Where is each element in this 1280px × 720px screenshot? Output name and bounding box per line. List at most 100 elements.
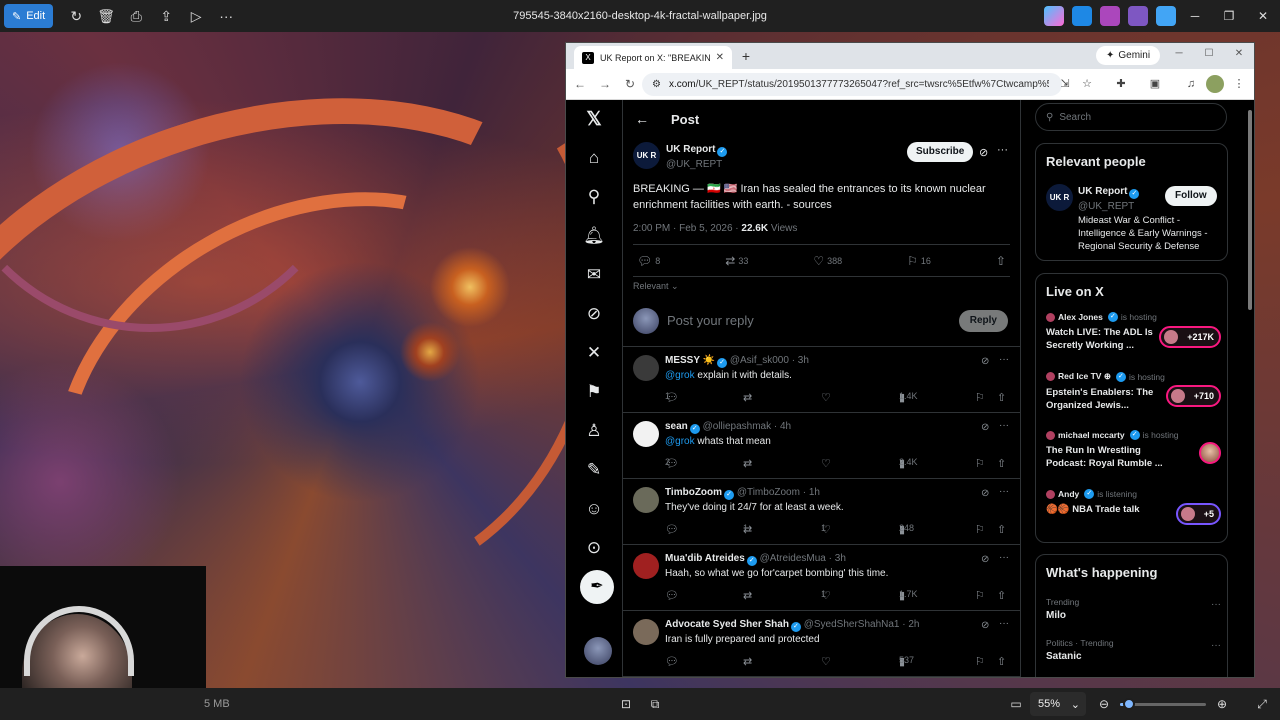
explore-search-icon[interactable]: ⚲ — [582, 185, 606, 209]
slideshow-icon[interactable]: ▷ — [181, 4, 211, 28]
share-action[interactable]: ⇧ — [996, 254, 1006, 268]
actual-size-icon[interactable]: ▭ — [1008, 696, 1024, 712]
reply-author-name[interactable]: Advocate Syed Sher Shah — [665, 619, 789, 630]
grok-icon[interactable]: ⊘ — [981, 620, 989, 631]
grok-icon[interactable]: ⊘ — [582, 302, 606, 326]
more-options-icon[interactable]: ··· — [211, 4, 241, 28]
mention-link[interactable]: @grok — [665, 370, 695, 381]
address-bar[interactable]: ⚙ x.com/UK_REPT/status/20195013777732650… — [642, 73, 1062, 96]
premium-x-icon[interactable]: ✕ — [582, 341, 606, 365]
bookmark-action[interactable]: ⚐ 16 — [907, 254, 931, 268]
back-icon[interactable]: ← — [569, 73, 591, 95]
reply-handle[interactable]: @TimboZoom · 1h — [737, 487, 820, 498]
author-handle[interactable]: @UK_REPT — [666, 159, 722, 170]
search-input[interactable]: ⚲ Search — [1035, 103, 1227, 131]
new-tab-icon[interactable]: + — [736, 47, 756, 65]
fullscreen-icon[interactable]: ⤢ — [1254, 696, 1270, 712]
more-icon[interactable]: ··· — [999, 486, 1009, 497]
reply-avatar[interactable] — [633, 421, 659, 447]
compose-post-button[interactable]: ✒ — [580, 570, 614, 604]
delete-icon[interactable]: 🗑 — [91, 4, 121, 28]
messages-envelope-icon[interactable]: ✉ — [582, 263, 606, 287]
author-avatar[interactable]: UK R — [633, 142, 660, 169]
sort-replies-dropdown[interactable]: Relevant ⌄ — [633, 277, 1010, 295]
home-icon[interactable]: ⌂ — [582, 146, 606, 170]
bookmarks-icon[interactable]: ⚑ — [582, 380, 606, 404]
mention-link[interactable]: @grok — [665, 436, 695, 447]
gemini-button[interactable]: ✦ Gemini — [1096, 46, 1161, 65]
more-icon[interactable]: ··· — [1211, 599, 1221, 610]
minimize-icon[interactable]: ─ — [1178, 0, 1212, 32]
maximize-icon[interactable]: ❐ — [1212, 0, 1246, 32]
chrome-menu-icon[interactable]: ⋮ — [1230, 75, 1248, 93]
reload-icon[interactable]: ↻ — [619, 73, 641, 95]
live-space-item[interactable]: Andy ✓ is listening 🏀🏀 NBA Trade talk +5 — [1046, 489, 1221, 525]
follow-button[interactable]: Follow — [1165, 186, 1217, 206]
host-name[interactable]: Red Ice TV ⊕ — [1058, 371, 1111, 382]
bookmark-star-icon[interactable]: ☆ — [1078, 75, 1096, 93]
install-app-icon[interactable]: ⇲ — [1056, 75, 1074, 93]
zoom-level-select[interactable]: 55% ⌄ — [1030, 692, 1086, 716]
grok-icon[interactable]: ⊘ — [979, 146, 988, 159]
jobs-icon[interactable]: ♙ — [582, 419, 606, 443]
reply-button[interactable]: Reply — [958, 310, 1008, 332]
space-title[interactable]: 🏀🏀 NBA Trade talk — [1046, 503, 1164, 516]
listener-count-pill[interactable]: +5 — [1175, 503, 1221, 525]
trend-item[interactable]: Trending Milo ··· — [1046, 597, 1221, 621]
space-title[interactable]: Watch LIVE: The ADL Is Secretly Working … — [1046, 326, 1164, 352]
articles-icon[interactable]: ✎ — [582, 458, 606, 482]
live-space-item[interactable]: Red Ice TV ⊕ ✓ is hosting Epstein's Enabler… — [1046, 371, 1221, 412]
more-icon[interactable]: ··· — [999, 420, 1009, 431]
grok-icon[interactable]: ⊘ — [981, 488, 989, 499]
extensions-icon[interactable]: ✚ — [1112, 75, 1130, 93]
trend-item[interactable]: Politics · Trending Satanic ··· — [1046, 638, 1221, 662]
reply-action[interactable]: 💬︎ 8 — [637, 254, 660, 268]
notifications-bell-icon[interactable]: 🔔︎ — [582, 224, 606, 248]
author-name[interactable]: UK Report — [666, 144, 715, 155]
subscribe-button[interactable]: Subscribe — [907, 142, 974, 162]
more-circle-icon[interactable]: ⊙ — [582, 536, 606, 560]
onedrive-icon[interactable] — [1156, 6, 1176, 26]
reply-input[interactable]: Post your reply — [667, 313, 754, 328]
live-space-item[interactable]: Alex Jones ✓ is hosting Watch LIVE: The ADL… — [1046, 312, 1221, 352]
reply-author-name[interactable]: TimboZoom — [665, 487, 722, 498]
reply-handle[interactable]: @Asif_sk000 · 3h — [730, 355, 809, 366]
more-icon[interactable]: ··· — [999, 354, 1009, 365]
media-icon[interactable]: ♫ — [1182, 75, 1200, 93]
more-icon[interactable]: ··· — [999, 618, 1009, 629]
live-space-item[interactable]: michael mccarty ✓ is hosting The Run In Wre… — [1046, 430, 1221, 470]
cast-icon[interactable]: ▣ — [1146, 75, 1164, 93]
like-action[interactable]: ♡ 388 — [813, 254, 842, 268]
browser-close-icon[interactable]: ✕ — [1228, 48, 1250, 59]
page-scrollbar[interactable] — [1247, 102, 1253, 677]
browser-minimize-icon[interactable]: ─ — [1168, 48, 1190, 59]
zoom-in-icon[interactable]: ⊕ — [1214, 696, 1230, 712]
scrollbar-thumb[interactable] — [1248, 110, 1252, 310]
profile-avatar[interactable] — [1206, 75, 1224, 93]
speaker-avatar[interactable] — [1199, 442, 1221, 464]
repost-action[interactable]: ⇄ 33 — [725, 254, 748, 268]
reply-avatar[interactable] — [633, 355, 659, 381]
filmstrip-icon[interactable]: ⧉ — [647, 696, 663, 712]
more-icon[interactable]: ··· — [1211, 640, 1221, 651]
grok-icon[interactable]: ⊘ — [981, 422, 989, 433]
site-info-icon[interactable]: ⚙ — [652, 79, 661, 90]
tweet-timestamp[interactable]: 2:00 PM · Feb 5, 2026 · — [633, 223, 741, 234]
reply-avatar[interactable] — [633, 619, 659, 645]
host-name[interactable]: michael mccarty — [1058, 430, 1125, 440]
browser-maximize-icon[interactable]: ☐ — [1198, 48, 1220, 59]
zoom-slider-thumb[interactable] — [1122, 698, 1135, 710]
grok-icon[interactable]: ⊘ — [981, 356, 989, 367]
account-avatar[interactable] — [584, 637, 612, 665]
person-name[interactable]: UK Report — [1078, 186, 1127, 197]
person-avatar[interactable]: UK R — [1046, 184, 1073, 211]
share-icon[interactable]: ⇪ — [151, 4, 181, 28]
app-icon-2[interactable] — [1100, 6, 1120, 26]
space-title[interactable]: Epstein's Enablers: The Organized Jewis.… — [1046, 386, 1164, 412]
listener-count-pill[interactable]: +217K — [1159, 326, 1221, 348]
browser-tab[interactable]: X UK Report on X: "BREAKING — ✕ — [574, 46, 732, 69]
reply-author-name[interactable]: Mua'dib Atreides — [665, 553, 745, 564]
reply-avatar[interactable] — [633, 487, 659, 513]
reply-author-name[interactable]: MESSY ☀️ — [665, 355, 715, 366]
print-icon[interactable]: ⎙ — [121, 4, 151, 28]
